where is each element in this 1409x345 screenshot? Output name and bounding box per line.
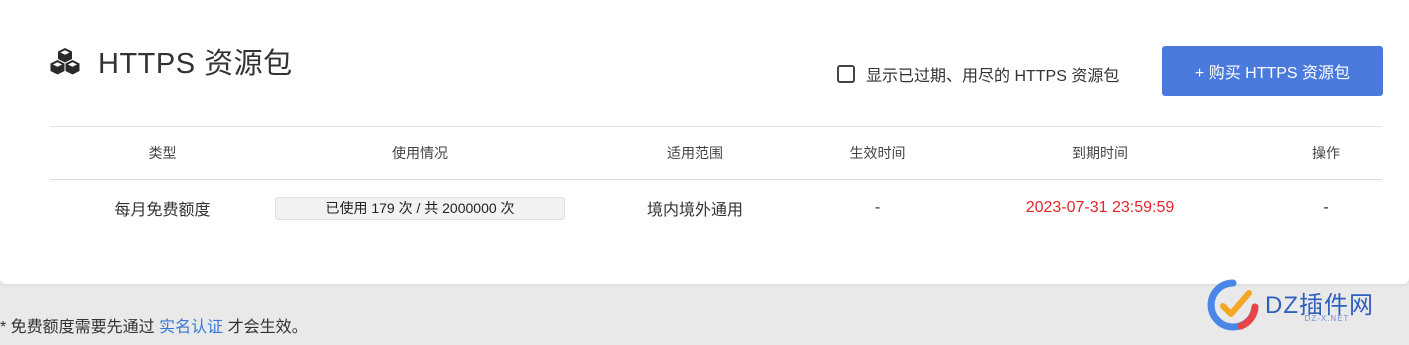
cubes-icon	[50, 47, 80, 75]
title-row: HTTPS 资源包	[50, 40, 293, 82]
column-header-start: 生效时间	[849, 145, 906, 161]
cell-action: -	[1323, 199, 1329, 216]
table-row: 每月免费额度 已使用 179 次 / 共 2000000 次 境内境外通用 - …	[50, 180, 1382, 236]
buy-package-button[interactable]: + 购买 HTTPS 资源包	[1162, 46, 1383, 96]
cell-expire: 2023-07-31 23:59:59	[1025, 199, 1175, 216]
table-header: 类型 使用情况 适用范围 生效时间 到期时间 操作	[50, 127, 1382, 180]
show-expired-label: 显示已过期、用尽的 HTTPS 资源包	[866, 68, 1120, 85]
cell-type: 每月免费额度	[114, 202, 211, 219]
watermark-logo-icon	[1207, 279, 1259, 331]
real-name-auth-link[interactable]: 实名认证	[159, 319, 223, 336]
watermark: DZ插件网 DZ-X.NET	[1205, 277, 1395, 335]
column-header-type: 类型	[148, 145, 177, 161]
usage-bar: 已使用 179 次 / 共 2000000 次	[275, 196, 565, 220]
cell-start: -	[874, 199, 881, 216]
column-header-expire: 到期时间	[1072, 145, 1128, 161]
cell-scope: 境内境外通用	[646, 202, 743, 219]
column-header-scope: 适用范围	[667, 145, 723, 161]
watermark-sub: DZ-X.NET	[1304, 314, 1350, 323]
cell-usage: 已使用 179 次 / 共 2000000 次	[275, 196, 565, 220]
usage-text: 已使用 179 次 / 共 2000000 次	[325, 200, 515, 216]
footer-note: * 免费额度需要先通过 实名认证 才会生效。	[0, 313, 308, 337]
column-header-usage: 使用情况	[392, 145, 448, 161]
package-table: 类型 使用情况 适用范围 生效时间 到期时间 操作 每月免费额度 已使用 179…	[50, 126, 1382, 236]
column-header-action: 操作	[1312, 145, 1340, 161]
note-prefix: * 免费额度需要先通过	[0, 319, 160, 336]
show-expired-checkbox[interactable]	[837, 65, 855, 83]
https-package-card: HTTPS 资源包 显示已过期、用尽的 HTTPS 资源包 + 购买 HTTPS…	[0, 0, 1409, 284]
show-expired-toggle[interactable]: 显示已过期、用尽的 HTTPS 资源包	[837, 62, 1119, 86]
page-title: HTTPS 资源包	[98, 48, 293, 80]
note-suffix: 才会生效。	[223, 319, 308, 336]
